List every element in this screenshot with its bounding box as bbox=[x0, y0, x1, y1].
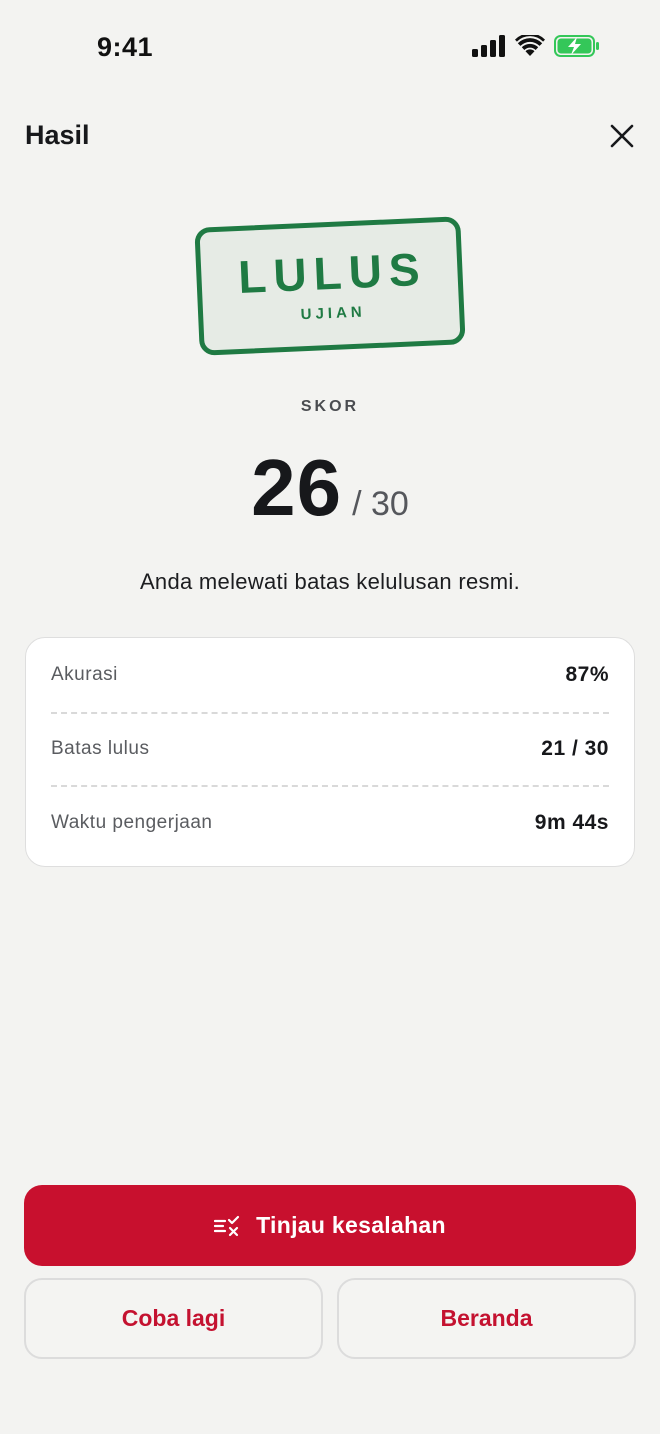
status-icons bbox=[472, 33, 600, 62]
stat-label: Waktu pengerjaan bbox=[51, 811, 213, 833]
battery-charging-icon bbox=[554, 35, 600, 62]
stat-value: 9m 44s bbox=[534, 810, 609, 834]
review-mistakes-label: Tinjau kesalahan bbox=[256, 1212, 446, 1238]
status-time: 9:41 bbox=[97, 32, 154, 62]
wifi-icon bbox=[515, 33, 545, 62]
stats-card: Akurasi 87% Batas lulus 21 / 30 Waktu pe… bbox=[25, 637, 635, 867]
review-mistakes-button[interactable]: Tinjau kesalahan bbox=[24, 1185, 636, 1266]
home-button[interactable]: Beranda bbox=[337, 1278, 636, 1359]
close-button[interactable] bbox=[606, 120, 638, 152]
score-total: / 30 bbox=[352, 485, 409, 523]
stat-row-accuracy: Akurasi 87% bbox=[51, 638, 609, 712]
score-label: SKOR bbox=[300, 398, 360, 415]
result-message: Anda melewati batas kelulusan resmi. bbox=[139, 569, 521, 594]
score-display: 26 / 30 bbox=[0, 448, 660, 528]
stamp-status: LULUS bbox=[237, 242, 428, 303]
page-title: Hasil bbox=[25, 120, 90, 150]
score-value: 26 bbox=[251, 443, 343, 532]
retry-label: Coba lagi bbox=[121, 1305, 226, 1331]
results-screen: 9:41 Hasil LULUS UJIAN SKOR 26 / 30 Anda… bbox=[0, 0, 660, 1434]
close-icon[interactable] bbox=[609, 123, 635, 149]
stat-label: Batas lulus bbox=[51, 738, 150, 760]
stat-value: 87% bbox=[565, 662, 609, 686]
status-bar: 9:41 bbox=[0, 0, 660, 96]
retry-button[interactable]: Coba lagi bbox=[24, 1278, 323, 1359]
stat-row-duration: Waktu pengerjaan 9m 44s bbox=[51, 785, 609, 859]
stamp-subtitle: UJIAN bbox=[300, 303, 367, 324]
stat-row-pass-mark: Batas lulus 21 / 30 bbox=[51, 711, 609, 786]
review-mistakes-icon bbox=[214, 1215, 240, 1236]
stat-label: Akurasi bbox=[51, 663, 118, 685]
pass-stamp: LULUS UJIAN bbox=[194, 216, 466, 356]
cellular-signal-icon bbox=[472, 35, 506, 62]
stamp-frame: LULUS UJIAN bbox=[194, 216, 466, 356]
home-label: Beranda bbox=[440, 1305, 533, 1331]
stat-value: 21 / 30 bbox=[541, 737, 609, 761]
